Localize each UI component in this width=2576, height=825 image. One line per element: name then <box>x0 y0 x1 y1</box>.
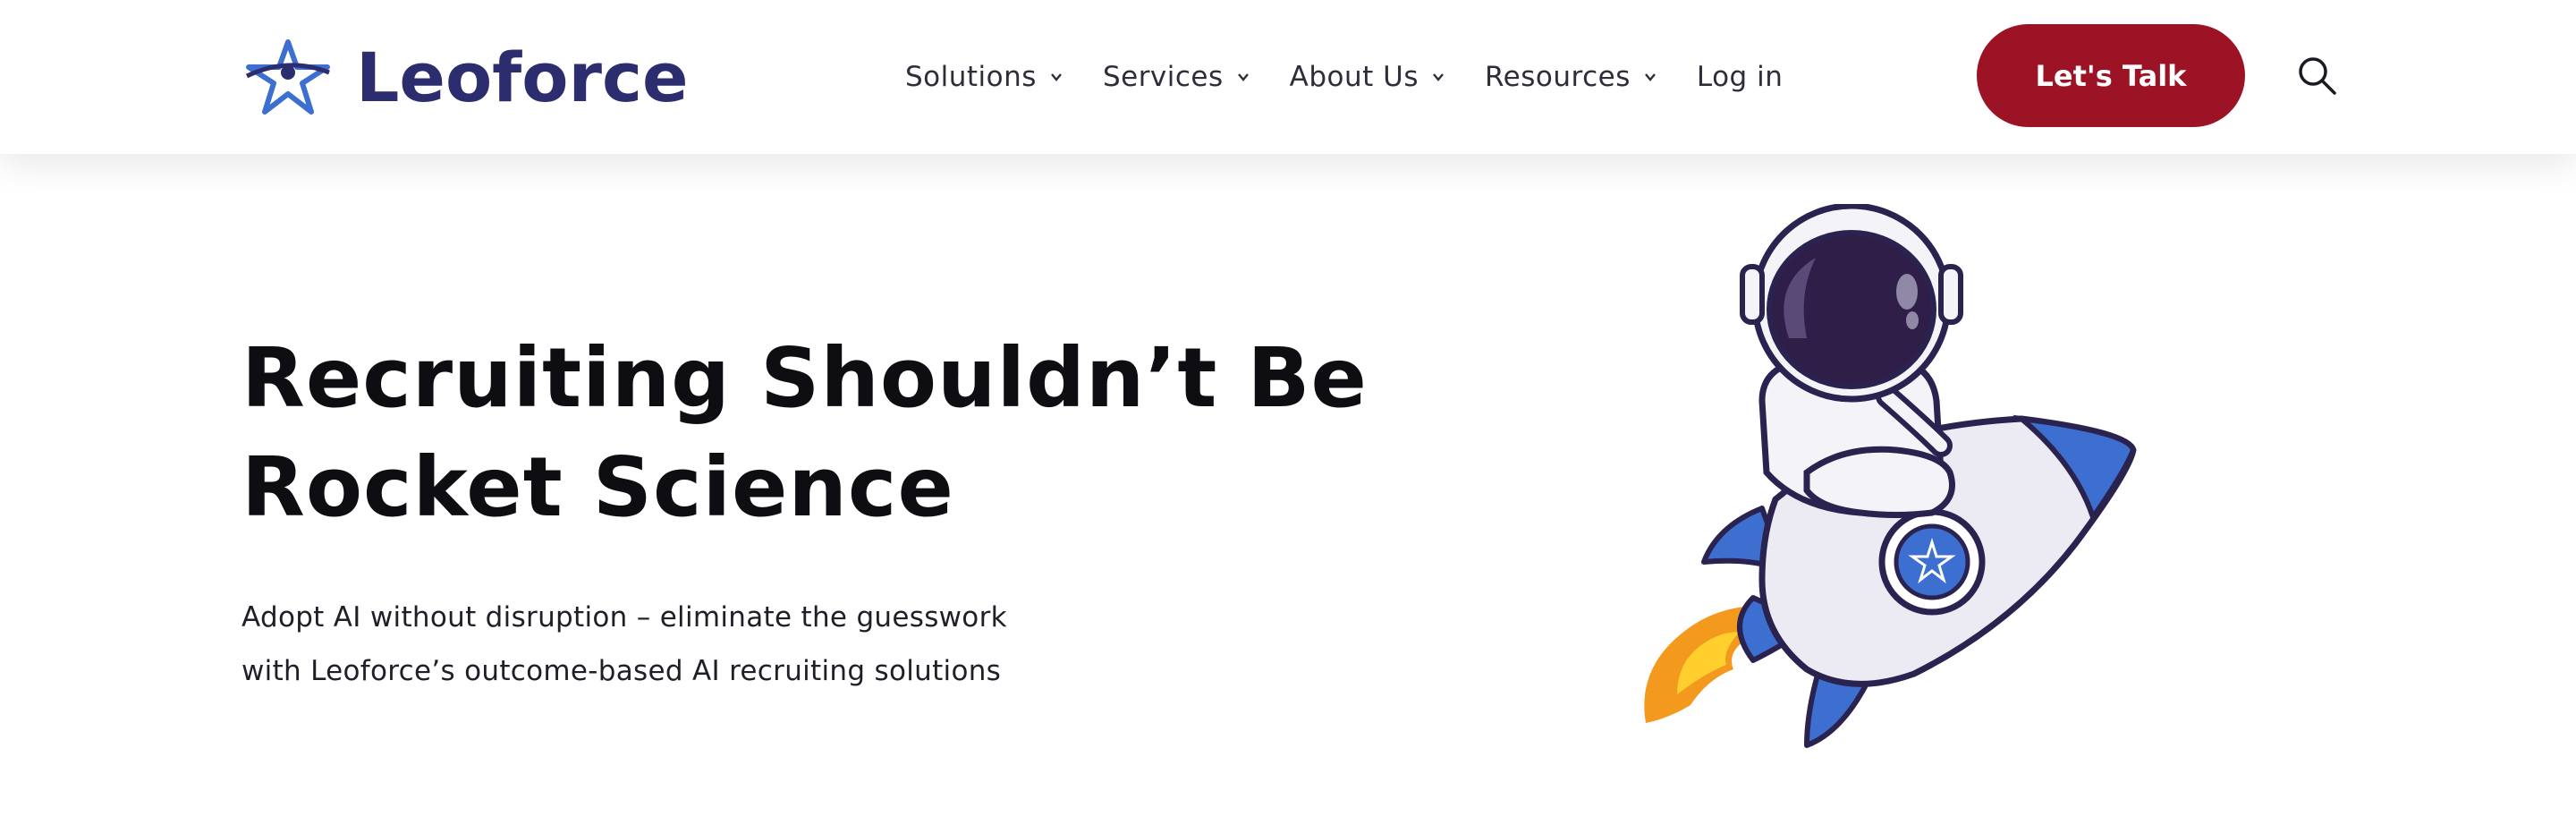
brand-logo-link[interactable]: Leoforce <box>242 36 689 118</box>
hero-title-line-1: Recruiting Shouldn’t Be <box>242 330 1368 426</box>
nav-login-link[interactable]: Log in <box>1697 61 1783 93</box>
nav-item-label: Solutions <box>905 61 1037 93</box>
chevron-down-icon <box>1433 73 1444 81</box>
main-nav: Solutions Services About Us Resources Lo… <box>905 50 1822 104</box>
search-icon[interactable] <box>2295 54 2338 97</box>
nav-item-label: Resources <box>1485 61 1631 93</box>
site-header: Leoforce Solutions Services About Us Res… <box>0 0 2576 154</box>
chevron-down-icon <box>1051 73 1062 81</box>
leoforce-star-icon <box>245 39 330 115</box>
astronaut-rocket-illustration <box>1644 204 2137 748</box>
hero-title: Recruiting Shouldn’t Be Rocket Science <box>242 324 1386 542</box>
nav-item-about-us[interactable]: About Us <box>1290 61 1445 93</box>
lets-talk-button[interactable]: Let's Talk <box>1977 24 2245 127</box>
nav-item-resources[interactable]: Resources <box>1485 61 1657 93</box>
rocket-flame-icon <box>1644 607 1749 723</box>
chevron-down-icon <box>1237 73 1249 81</box>
hero-title-line-2: Rocket Science <box>242 439 954 535</box>
hero-subtitle: Adopt AI without disruption – eliminate … <box>242 591 1136 698</box>
hero-subtitle-line-2: with Leoforce’s outcome-based AI recruit… <box>242 655 1002 687</box>
nav-item-label: About Us <box>1289 61 1419 93</box>
brand-name: Leoforce <box>356 37 689 117</box>
nav-item-label: Services <box>1102 61 1224 93</box>
nav-login-label: Log in <box>1696 61 1784 93</box>
nav-item-solutions[interactable]: Solutions <box>905 61 1063 93</box>
chevron-down-icon <box>1644 73 1656 81</box>
nav-item-services[interactable]: Services <box>1103 61 1250 93</box>
hero-subtitle-line-1: Adopt AI without disruption – eliminate … <box>242 601 1007 634</box>
